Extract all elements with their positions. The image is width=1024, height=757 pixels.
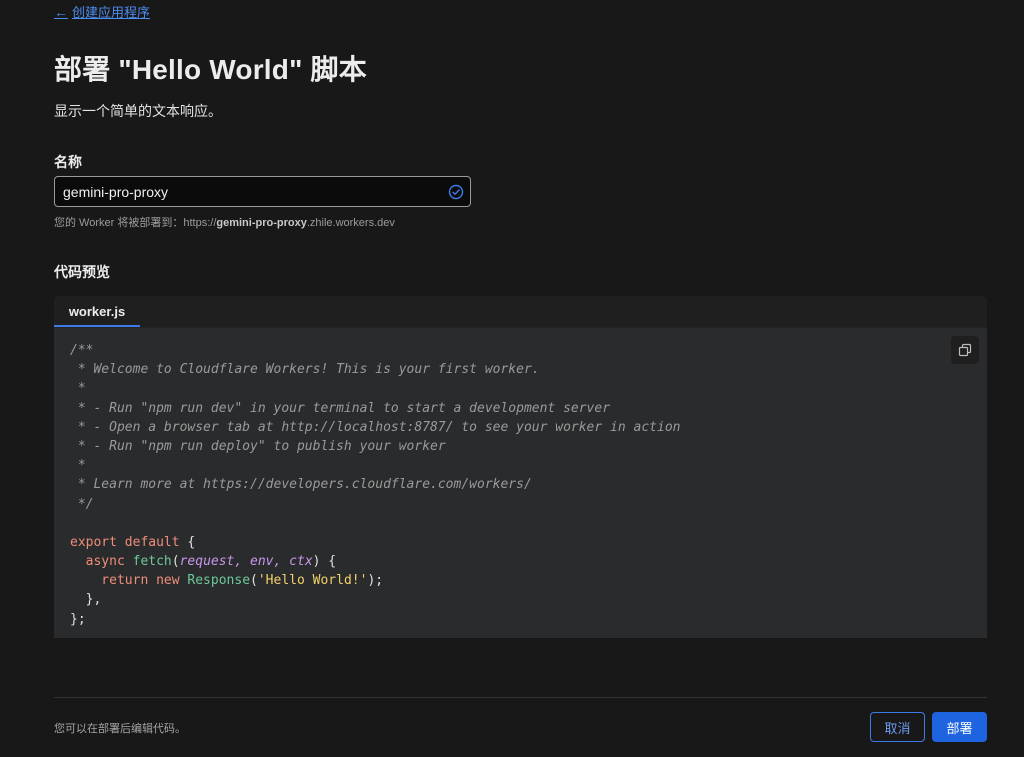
code-line: }; (70, 610, 680, 629)
code-line: export default { (70, 533, 680, 552)
code-line: * - Run "npm run deploy" to publish your… (70, 437, 680, 456)
code-token: ) { (312, 554, 337, 570)
code-tab-bar: worker.js (54, 296, 987, 328)
code-block: /** * Welcome to Cloudflare Workers! Thi… (70, 341, 680, 629)
code-token: async (70, 554, 125, 570)
back-link-create-application[interactable]: ← 创建应用程序 (54, 2, 150, 21)
code-line: */ (70, 495, 680, 514)
deploy-url-name: gemini-pro-proxy (216, 217, 307, 229)
code-line: * (70, 379, 680, 398)
deploy-url-prefix: 您的 Worker 将被部署到：https:// (54, 217, 217, 229)
page-title: 部署 "Hello World" 脚本 (54, 54, 367, 85)
code-token: { (179, 534, 196, 550)
code-token: }, (70, 592, 102, 608)
code-token: * - Run "npm run dev" in your terminal t… (70, 400, 611, 416)
code-token: ); (367, 573, 384, 589)
back-link-label: 创建应用程序 (72, 5, 151, 20)
code-token: Response (187, 573, 251, 589)
name-field (54, 176, 471, 207)
code-token: * Learn more at https://developers.cloud… (70, 477, 532, 493)
code-preview-label: 代码预览 (54, 264, 110, 280)
code-token: ( (171, 554, 180, 570)
code-line: * - Run "npm run dev" in your terminal t… (70, 399, 680, 418)
code-line: }, (70, 590, 680, 609)
code-line: * - Open a browser tab at http://localho… (70, 418, 681, 437)
code-line: * Learn more at https://developers.cloud… (70, 475, 680, 494)
deploy-url-suffix: .zhile.workers.dev (306, 217, 395, 229)
code-token: }; (70, 611, 86, 627)
code-token: * Welcome to Cloudflare Workers! This is… (70, 362, 540, 378)
code-line: /** (70, 341, 680, 360)
code-line: * Welcome to Cloudflare Workers! This is… (70, 360, 680, 379)
tab-worker-js[interactable]: worker.js (54, 296, 140, 327)
footer-note: 您可以在部署后编辑代码。 (54, 723, 186, 735)
code-token: 'Hello World!' (257, 573, 368, 589)
code-token: request, env, ctx (179, 554, 313, 570)
code-token: /** (70, 343, 94, 358)
check-circle-icon (448, 184, 464, 200)
page-description: 显示一个简单的文本响应。 (54, 103, 222, 119)
code-token: fetch (132, 554, 172, 570)
code-line: * (70, 456, 680, 475)
deploy-worker-page: ← 创建应用程序 部署 "Hello World" 脚本 显示一个简单的文本响应… (0, 0, 1024, 757)
worker-name-input[interactable] (55, 177, 448, 206)
deploy-button[interactable]: 部署 (932, 712, 987, 742)
footer-divider (54, 697, 987, 698)
name-field-label: 名称 (54, 154, 82, 170)
code-token: * - Run "npm run deploy" to publish your… (70, 438, 446, 454)
copy-code-button[interactable] (951, 336, 979, 364)
cancel-button[interactable]: 取消 (870, 712, 925, 742)
code-token: export default (70, 534, 180, 550)
code-token: return new (70, 573, 180, 589)
code-token: ( (250, 573, 258, 589)
code-token: * (70, 458, 86, 474)
code-token: * - Open a browser tab at http://localho… (70, 419, 681, 435)
code-preview-panel: worker.js /** * Welcome to Cloudflare Wo… (54, 296, 987, 638)
code-line: async fetch(request, env, ctx) { (70, 552, 680, 571)
deploy-url-hint: 您的 Worker 将被部署到：https://gemini-pro-proxy… (54, 214, 395, 230)
code-token: * (70, 381, 86, 397)
copy-icon (958, 343, 972, 357)
code-line: return new Response('Hello World!'); (70, 571, 680, 590)
code-token: */ (70, 496, 94, 512)
arrow-left-icon: ← (54, 3, 68, 20)
